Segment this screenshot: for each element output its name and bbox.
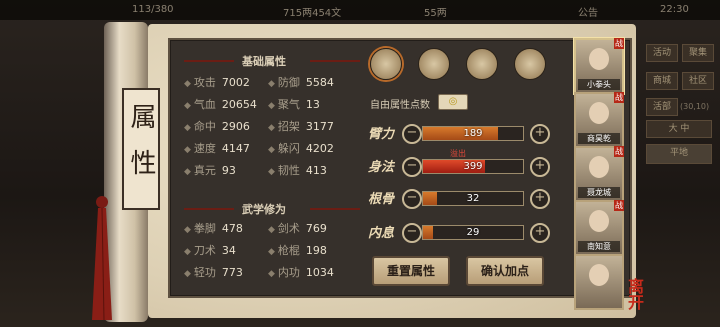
inner-breath-value: 29: [466, 227, 480, 238]
stat-blade: ◆ 刀术 34: [184, 244, 236, 257]
avatar: [589, 102, 609, 124]
resource-c: 55两: [424, 8, 447, 19]
decrease-constitution-button[interactable]: −: [402, 189, 422, 209]
avatar: [589, 210, 609, 232]
side-menu-item[interactable]: 活动: [646, 44, 678, 62]
heading-ornament: [310, 208, 360, 210]
stat-lightness: ◆ 轻功 773: [184, 266, 243, 279]
stat-speed: ◆ 速度 4147: [184, 142, 250, 155]
side-menu-item[interactable]: 活部: [646, 98, 678, 116]
free-points-label: 自由属性点数: [370, 100, 430, 111]
stat-attack: ◆ 攻击 7002: [184, 76, 250, 89]
attr-label-agility: 身法: [368, 160, 395, 175]
character-name: 小拳头: [578, 79, 620, 90]
strength-value: 189: [463, 128, 483, 139]
announcement-button[interactable]: 公告: [578, 4, 598, 19]
battle-badge: 战: [614, 146, 624, 157]
character-name: 商昊乾: [578, 133, 620, 144]
stat-toughness: ◆ 韧性 413: [268, 164, 327, 177]
character-name: 聂龙城: [578, 187, 620, 198]
top-resource-bar: 113/380 715两454文 55两 公告 22:30: [0, 0, 720, 20]
meridian-tab-icon[interactable]: [514, 48, 546, 80]
battle-badge: 战: [614, 38, 624, 49]
battle-badge: 战: [614, 200, 624, 211]
constitution-bar: 32: [422, 191, 524, 206]
stat-inner-power: ◆ 内功 1034: [268, 266, 334, 279]
avatar: [589, 264, 609, 286]
heading-ornament: [310, 60, 360, 62]
stat-fist: ◆ 拳脚 478: [184, 222, 243, 235]
side-menu-item[interactable]: 社区: [682, 72, 714, 90]
free-points-value: ◎: [438, 94, 468, 110]
decrease-strength-button[interactable]: −: [402, 124, 422, 144]
attribute-panel: 基础属性 ◆ 攻击 7002 ◆ 防御 5584 ◆ 气血 20654 ◆ 聚气 13 ◆ 命中 2…: [168, 38, 632, 298]
avatar: [589, 48, 609, 70]
flat-button[interactable]: 平地: [646, 144, 712, 164]
agility-bar: 399: [422, 159, 524, 174]
leave-button[interactable]: 离开: [622, 278, 646, 310]
inner-breath-bar: 29: [422, 225, 524, 240]
avatar: [589, 156, 609, 178]
attr-label-inner-breath: 内息: [368, 226, 395, 241]
stat-hp: ◆ 气血 20654: [184, 98, 257, 111]
side-menu-counter: (30,10): [680, 102, 710, 111]
stat-true-essence: ◆ 真元 93: [184, 164, 236, 177]
character-portrait[interactable]: 南知意 战: [574, 200, 624, 256]
heading-ornament: [184, 60, 234, 62]
increase-strength-button[interactable]: +: [530, 124, 550, 144]
increase-inner-breath-button[interactable]: +: [530, 223, 550, 243]
size-toggle[interactable]: 大 中: [646, 120, 712, 138]
strength-bar: 189: [422, 126, 524, 141]
attr-label-constitution: 根骨: [368, 192, 395, 207]
stat-parry: ◆ 招架 3177: [268, 120, 334, 133]
stat-hit: ◆ 命中 2906: [184, 120, 250, 133]
character-portrait[interactable]: 聂龙城 战: [574, 146, 624, 202]
martial-heading: 武学修为: [242, 203, 286, 216]
battle-badge: 战: [614, 92, 624, 103]
taiji-tab-icon[interactable]: [466, 48, 498, 80]
reset-attributes-button[interactable]: 重置属性: [372, 256, 450, 286]
heading-ornament: [184, 208, 234, 210]
stat-sword: ◆ 剑术 769: [268, 222, 327, 235]
scroll-title: 属性: [126, 103, 156, 195]
increase-constitution-button[interactable]: +: [530, 189, 550, 209]
resource-a: 113/380: [132, 4, 174, 15]
stat-qi-gather: ◆ 聚气 13: [268, 98, 320, 111]
basic-attributes-heading: 基础属性: [242, 55, 286, 68]
confirm-points-button[interactable]: 确认加点: [466, 256, 544, 286]
attr-label-strength: 臂力: [368, 127, 395, 142]
decrease-agility-button[interactable]: −: [402, 157, 422, 177]
decrease-inner-breath-button[interactable]: −: [402, 223, 422, 243]
stat-defense: ◆ 防御 5584: [268, 76, 334, 89]
stat-spear: ◆ 枪棍 198: [268, 244, 327, 257]
treasure-tab-icon[interactable]: [418, 48, 450, 80]
tassel-decoration: [92, 196, 112, 320]
character-portrait[interactable]: 商昊乾 战: [574, 92, 624, 148]
constitution-value: 32: [466, 193, 480, 204]
scroll-title-box: 属性: [122, 88, 160, 210]
increase-agility-button[interactable]: +: [530, 157, 550, 177]
agility-value: 399: [463, 161, 483, 172]
attribute-tab-icon[interactable]: [370, 48, 402, 80]
side-menu: 活动 聚集 商城 社区 活部 (30,10) 大 中 平地: [638, 40, 720, 270]
character-name: 南知意: [578, 241, 620, 252]
stat-dodge: ◆ 躲闪 4202: [268, 142, 334, 155]
overflow-note: 溢出: [450, 149, 466, 158]
clock: 22:30: [660, 4, 689, 15]
side-menu-item[interactable]: 商城: [646, 72, 678, 90]
resource-b: 715两454文: [283, 8, 342, 19]
character-portrait[interactable]: 小拳头 战: [574, 38, 624, 94]
side-menu-item[interactable]: 聚集: [682, 44, 714, 62]
character-portrait[interactable]: [574, 254, 624, 310]
